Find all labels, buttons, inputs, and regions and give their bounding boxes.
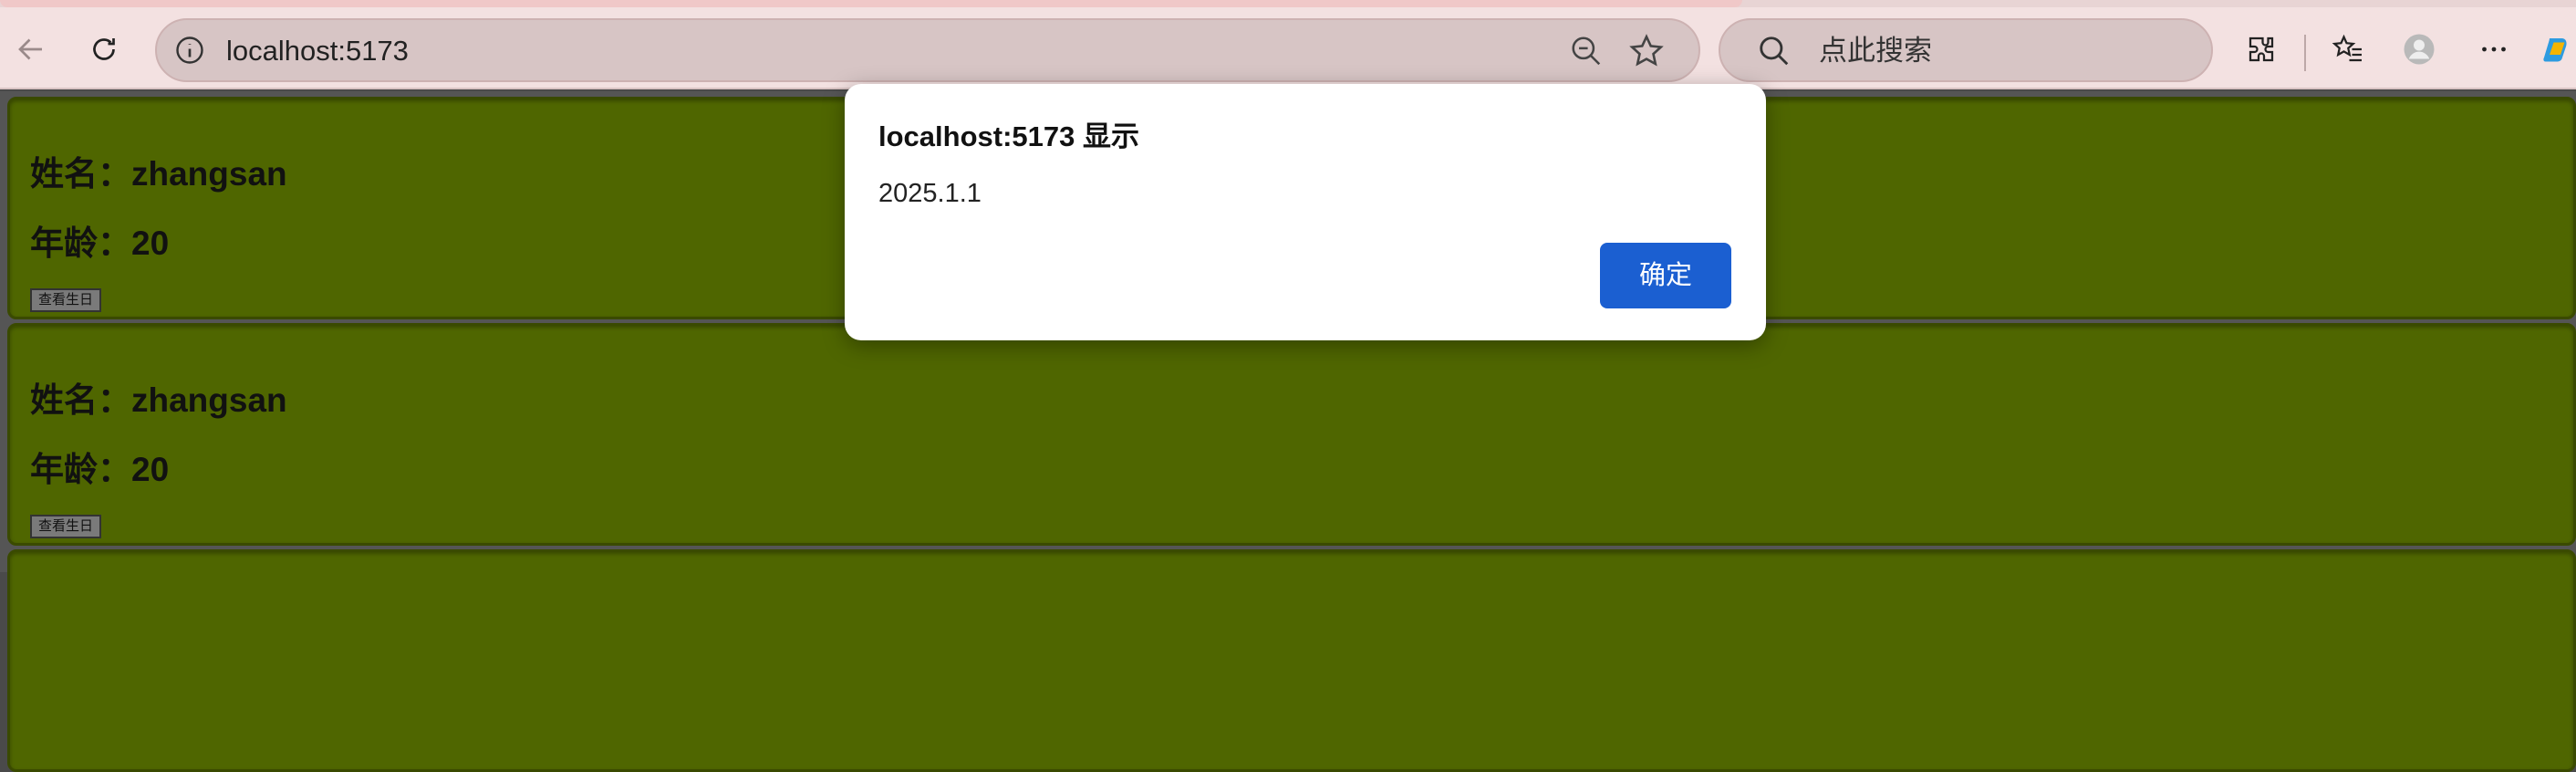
refresh-button[interactable] [82, 27, 126, 71]
back-button[interactable] [9, 27, 53, 71]
extensions-button[interactable] [2239, 27, 2283, 71]
profile-button[interactable] [2397, 27, 2441, 71]
info-icon[interactable] [173, 34, 206, 67]
more-icon [2482, 47, 2506, 52]
address-bar[interactable]: localhost:5173 [155, 18, 1700, 82]
copilot-icon [2543, 38, 2567, 62]
age-line: 年龄：20 [30, 451, 170, 488]
alert-title: localhost:5173 显示 [878, 120, 1139, 152]
back-icon [18, 38, 42, 60]
copilot-button[interactable] [2541, 27, 2576, 71]
toolbar-divider [2304, 35, 2306, 71]
browser-toolbar: localhost:5173 点此搜索 [0, 7, 2576, 89]
favorite-star-icon[interactable] [1627, 32, 1666, 70]
refresh-icon [93, 38, 115, 60]
extensions-icon [2249, 37, 2274, 62]
user-card: 姓名：zhangsan 年龄：20 查看生日 [7, 323, 2576, 546]
search-icon [1760, 37, 1789, 66]
zoom-out-icon[interactable] [1569, 34, 1604, 68]
profile-avatar-icon [2404, 34, 2435, 65]
view-birthday-button[interactable]: 查看生日 [30, 288, 101, 312]
view-birthday-button[interactable]: 查看生日 [30, 515, 101, 538]
tab-strip [0, 0, 2576, 7]
active-tab[interactable] [0, 0, 1742, 7]
age-line: 年龄：20 [30, 224, 170, 262]
favorites-button[interactable] [2326, 27, 2370, 71]
search-box[interactable]: 点此搜索 [1719, 18, 2213, 82]
favorites-icon [2332, 34, 2362, 62]
user-card [7, 549, 2576, 772]
name-line: 姓名：zhangsan [30, 155, 287, 193]
ok-button[interactable]: 确定 [1600, 243, 1731, 308]
name-line: 姓名：zhangsan [30, 381, 287, 419]
alert-dialog: localhost:5173 显示 2025.1.1 确定 [845, 84, 1766, 340]
url-text[interactable]: localhost:5173 [226, 35, 409, 68]
search-placeholder: 点此搜索 [1819, 35, 1932, 67]
alert-message: 2025.1.1 [878, 179, 982, 208]
more-button[interactable] [2472, 27, 2516, 71]
